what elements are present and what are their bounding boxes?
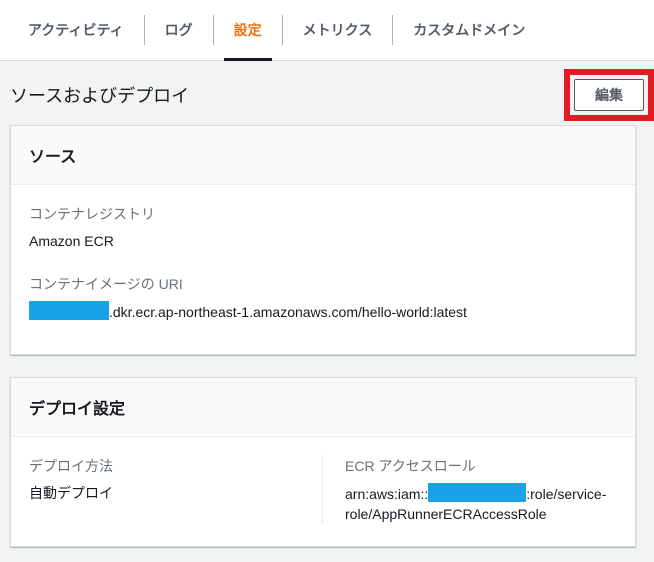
container-registry-label: コンテナレジストリ (29, 206, 155, 222)
ecr-access-role-field: ECR アクセスロール arn:aws:iam:::role/service-r… (323, 455, 635, 524)
deploy-settings-card-header: デプロイ設定 (11, 378, 635, 437)
source-card-header: ソース (11, 126, 635, 185)
source-card: ソース コンテナレジストリ Amazon ECR コンテナイメージの URI .… (10, 125, 636, 355)
container-image-uri-field: コンテナイメージの URI .dkr.ecr.ap-northeast-1.am… (29, 275, 617, 322)
tab-logs[interactable]: ログ (145, 0, 213, 60)
deploy-method-field: デプロイ方法 自動デプロイ (11, 455, 322, 524)
source-card-title: ソース (29, 149, 77, 166)
tab-settings[interactable]: 設定 (214, 0, 282, 61)
redacted-account-id (428, 483, 527, 502)
tab-custom-domains[interactable]: カスタムドメイン (393, 0, 545, 60)
deploy-settings-card-title: デプロイ設定 (29, 401, 126, 418)
edit-button[interactable]: 編集 (574, 79, 644, 111)
page-title: ソースおよびデプロイ (10, 86, 190, 106)
tab-bar: アクティビティ ログ 設定 メトリクス カスタムドメイン (0, 0, 654, 61)
deploy-settings-card-body: デプロイ方法 自動デプロイ ECR アクセスロール arn:aws:iam:::… (11, 437, 635, 546)
container-registry-field: コンテナレジストリ Amazon ECR (29, 205, 617, 251)
section-header: ソースおよびデプロイ 編集 (10, 69, 654, 121)
deploy-method-label: デプロイ方法 (29, 458, 113, 474)
ecr-access-role-label: ECR アクセスロール (345, 458, 476, 474)
container-image-uri-label: コンテナイメージの URI (29, 276, 183, 292)
tab-activity[interactable]: アクティビティ (28, 0, 144, 60)
ecr-access-role-value: arn:aws:iam:::role/service-role/AppRunne… (345, 483, 623, 524)
arn-prefix-text: arn:aws:iam:: (345, 486, 429, 502)
redacted-account-id (29, 301, 109, 320)
deploy-settings-card: デプロイ設定 デプロイ方法 自動デプロイ ECR アクセスロール arn:aws… (10, 377, 636, 547)
container-registry-value: Amazon ECR (29, 233, 114, 249)
app-runner-settings-page: アクティビティ ログ 設定 メトリクス カスタムドメイン ソースおよびデプロイ … (0, 0, 654, 547)
deploy-method-value: 自動デプロイ (29, 485, 113, 501)
container-image-uri-text: .dkr.ecr.ap-northeast-1.amazonaws.com/he… (109, 304, 467, 320)
tab-metrics[interactable]: メトリクス (283, 0, 393, 60)
source-card-body: コンテナレジストリ Amazon ECR コンテナイメージの URI .dkr.… (11, 185, 635, 354)
edit-annotation-box: 編集 (564, 69, 654, 121)
container-image-uri-value: .dkr.ecr.ap-northeast-1.amazonaws.com/he… (29, 301, 617, 322)
